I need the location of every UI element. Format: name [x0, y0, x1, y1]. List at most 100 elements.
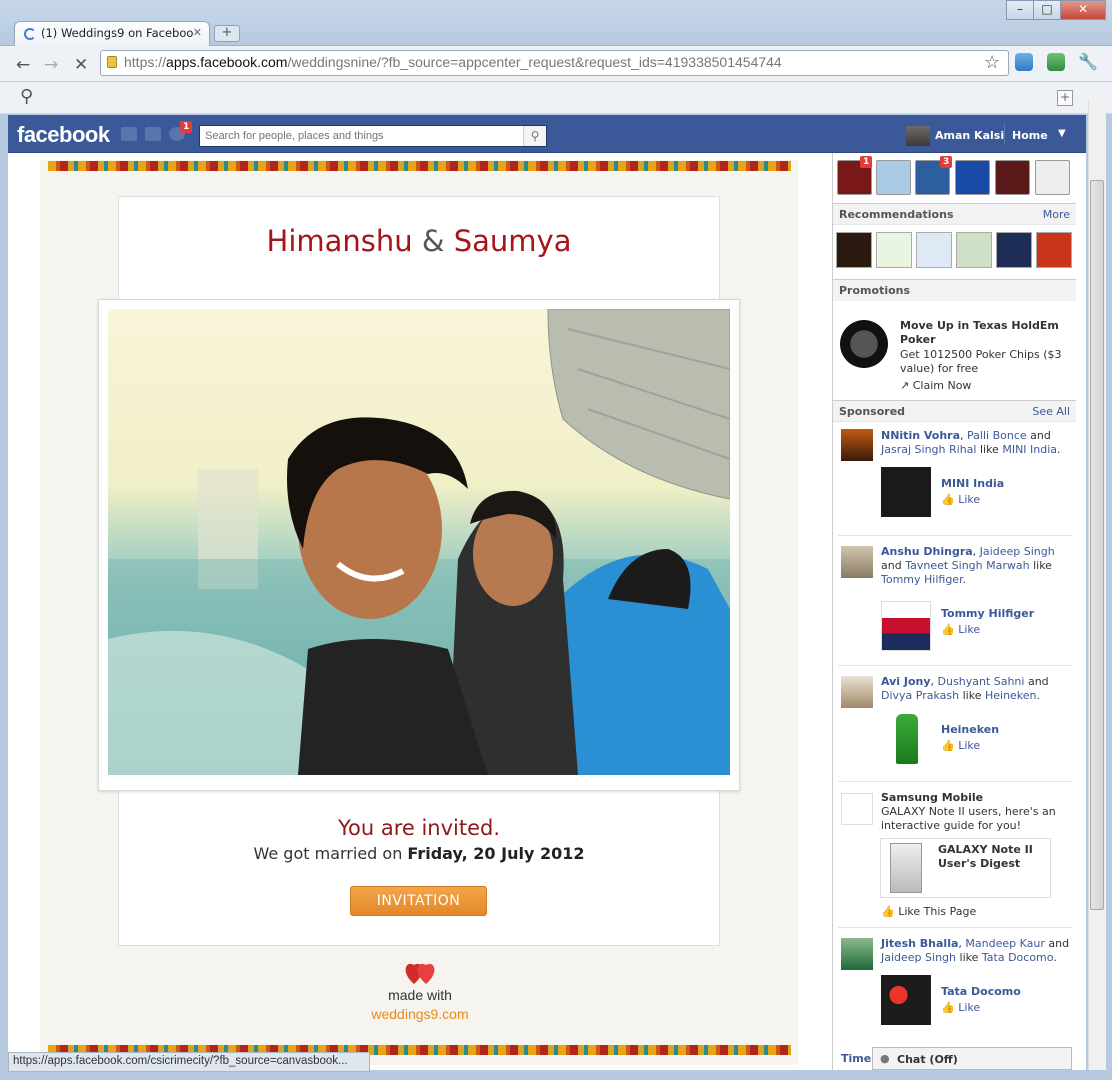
friend-link[interactable]: Tavneet Singh Marwah [905, 559, 1029, 572]
app-icon[interactable] [995, 160, 1030, 195]
claim-now-link[interactable]: ↗ Claim Now [900, 379, 1070, 393]
mini-india-logo[interactable] [881, 467, 931, 517]
address-bar[interactable]: https://apps.facebook.com/weddingsnine/?… [100, 50, 1009, 76]
recommended-app-icon[interactable] [836, 232, 872, 268]
claim-now-label: Claim Now [912, 379, 972, 392]
page-link[interactable]: Tommy Hilfiger [881, 573, 963, 586]
facebook-search-input[interactable] [199, 125, 547, 147]
samsung-title[interactable]: Samsung Mobile [881, 791, 1071, 805]
recommended-app-icon[interactable] [876, 232, 912, 268]
weddings9-link[interactable]: weddings9.com [340, 1006, 500, 1022]
friend-link[interactable]: Mandeep Kaur [965, 937, 1044, 950]
recommended-app-icon[interactable] [956, 232, 992, 268]
minimize-button[interactable]: – [1006, 0, 1034, 20]
extension-icon[interactable] [1047, 53, 1065, 71]
search-extension-icon[interactable]: ⚲ [20, 86, 33, 107]
friend-link[interactable]: Jaideep Singh [881, 951, 956, 964]
tata-docomo-logo[interactable] [881, 975, 931, 1025]
extension-icon[interactable] [1015, 53, 1033, 71]
invitation-button[interactable]: INVITATION [350, 886, 487, 916]
samsung-card-title[interactable]: GALAXY Note II User's Digest [938, 843, 1048, 871]
maximize-button[interactable]: □ [1033, 0, 1061, 20]
close-tab-icon[interactable]: ✕ [193, 26, 202, 39]
ampersand: & [421, 224, 445, 258]
recommendations-title: Recommendations [839, 208, 954, 221]
ad-like-link[interactable]: 👍 Like [941, 1001, 980, 1014]
chat-bar[interactable]: ● Chat (Off) [872, 1047, 1072, 1070]
ad-like-link[interactable]: 👍 Like [941, 739, 980, 752]
promotions-title: Promotions [839, 284, 911, 297]
like-label: Like [958, 1001, 981, 1014]
close-window-button[interactable]: ✕ [1060, 0, 1106, 20]
recommended-app-icon[interactable] [916, 232, 952, 268]
friend-link[interactable]: NNitin Vohra [881, 429, 960, 442]
wrench-menu-icon[interactable]: 🔧 [1078, 52, 1098, 71]
friend-requests-icon[interactable] [121, 127, 137, 141]
like-label: Like [958, 493, 981, 506]
more-link[interactable]: More [1043, 208, 1070, 221]
ad-title[interactable]: Tommy Hilfiger [941, 607, 1034, 620]
avatar[interactable] [906, 126, 930, 146]
separator-text: like [1029, 559, 1052, 572]
avatar[interactable] [841, 938, 873, 970]
friend-link[interactable]: Palli Bonce [967, 429, 1027, 442]
timeline-link[interactable]: Timel [841, 1052, 875, 1065]
ad-social-text: NNitin Vohra, Palli Bonce and Jasraj Sin… [881, 429, 1071, 457]
page-link[interactable]: MINI India [1002, 443, 1057, 456]
page-link[interactable]: Heineken [985, 689, 1037, 702]
app-icon[interactable] [1035, 160, 1070, 195]
couple-names: Himanshu & Saumya [118, 224, 720, 258]
app-icon[interactable] [876, 160, 911, 195]
ad-title[interactable]: Heineken [941, 723, 999, 736]
page-link[interactable]: Tata Docomo [982, 951, 1053, 964]
stop-loading-icon[interactable]: ✕ [74, 55, 88, 75]
decorative-border-top [48, 161, 791, 171]
groom-name: Himanshu [266, 224, 413, 258]
friend-link[interactable]: Divya Prakash [881, 689, 959, 702]
friend-link[interactable]: Anshu Dhingra [881, 545, 973, 558]
avatar[interactable] [841, 676, 873, 708]
profile-name-link[interactable]: Aman Kalsi [935, 129, 1004, 142]
account-menu-arrow-icon[interactable]: ▼ [1058, 128, 1066, 139]
search-icon[interactable]: ⚲ [523, 126, 546, 146]
bookmark-star-icon[interactable]: ☆ [984, 52, 1000, 73]
separator-text: like [959, 689, 985, 702]
ad-title[interactable]: MINI India [941, 477, 1004, 490]
see-all-link[interactable]: See All [1032, 405, 1070, 418]
facebook-logo[interactable]: facebook [17, 122, 110, 148]
messages-icon[interactable] [145, 127, 161, 141]
tommy-hilfiger-logo[interactable] [881, 601, 931, 651]
url-scheme: https:// [124, 54, 167, 70]
thumbs-up-icon: 👍 [881, 905, 895, 918]
heineken-bottle-image[interactable] [896, 714, 918, 764]
forward-arrow-icon[interactable]: → [44, 55, 58, 75]
ad-like-link[interactable]: 👍 Like [941, 623, 980, 636]
promo-title[interactable]: Move Up in Texas HoldEm Poker [900, 319, 1070, 347]
ad-like-link[interactable]: 👍 Like [941, 493, 980, 506]
separator-text: , [960, 429, 968, 442]
samsung-logo[interactable] [841, 793, 873, 825]
browser-tab[interactable]: (1) Weddings9 on Faceboo ✕ [14, 21, 210, 47]
lock-warning-icon[interactable] [107, 56, 117, 68]
poker-chips-image[interactable] [840, 320, 888, 368]
home-link[interactable]: Home [1012, 129, 1048, 142]
friend-link[interactable]: Jasraj Singh Rihal [881, 443, 976, 456]
avatar[interactable] [841, 546, 873, 578]
add-button[interactable]: + [1057, 90, 1073, 106]
married-line: We got married on Friday, 20 July 2012 [118, 844, 720, 863]
recommended-app-icon[interactable] [996, 232, 1032, 268]
back-arrow-icon[interactable]: ← [16, 55, 30, 75]
scrollbar-thumb[interactable] [1090, 180, 1104, 910]
new-tab-button[interactable]: + [214, 25, 240, 42]
like-this-page-link[interactable]: 👍 Like This Page [881, 905, 1071, 919]
friend-link[interactable]: Jitesh Bhalla [881, 937, 958, 950]
like-label: Like [958, 739, 981, 752]
ad-title[interactable]: Tata Docomo [941, 985, 1021, 998]
avatar[interactable] [841, 429, 873, 461]
separator-text: , [972, 545, 980, 558]
friend-link[interactable]: Dushyant Sahni [938, 675, 1025, 688]
recommended-app-icon[interactable] [1036, 232, 1072, 268]
friend-link[interactable]: Jaideep Singh [980, 545, 1055, 558]
friend-link[interactable]: Avi Jony [881, 675, 931, 688]
app-icon[interactable] [955, 160, 990, 195]
